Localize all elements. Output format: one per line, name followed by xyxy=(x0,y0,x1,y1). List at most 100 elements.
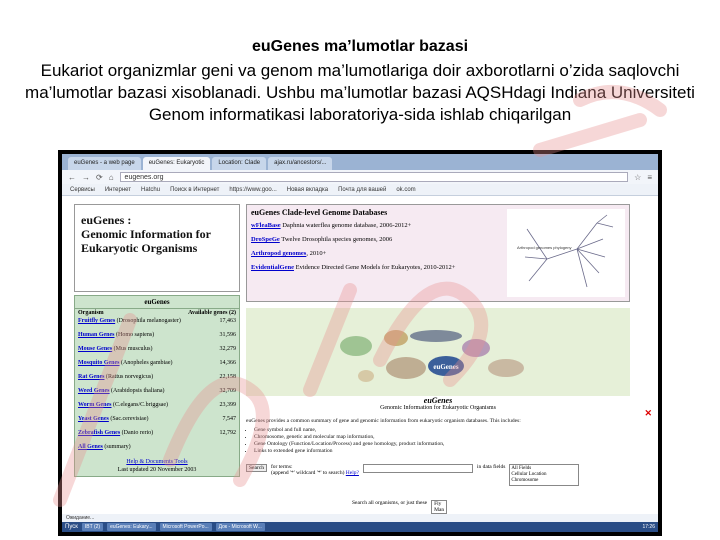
gene-link[interactable]: Yeast Genes xyxy=(78,416,109,422)
gene-count: 22,158 xyxy=(219,374,237,380)
home-icon[interactable]: ⌂ xyxy=(109,173,114,182)
gene-count: 23,399 xyxy=(219,402,237,408)
bookmark-item[interactable]: Сервисы xyxy=(70,187,95,193)
left-column: euGenes : Genomic Information for Eukary… xyxy=(74,204,240,477)
taskbar-item[interactable]: euGenes: Eukary... xyxy=(107,523,156,531)
gene-link[interactable]: Mosquito Genes xyxy=(78,360,120,366)
table-row: Zebrafish Genes (Danio rerio) 12,792 xyxy=(75,429,239,443)
organisms-icon: euGenes xyxy=(340,330,524,382)
bookmark-item[interactable]: Новая вкладка xyxy=(287,187,328,193)
gene-link[interactable]: All Genes xyxy=(78,444,103,450)
list-item[interactable]: Gene Ontology (Function/Location/Process… xyxy=(254,441,630,448)
close-icon[interactable]: ✕ xyxy=(644,408,652,419)
clock: 17:26 xyxy=(642,524,655,530)
star-icon[interactable]: ☆ xyxy=(634,173,641,182)
description: euGenes provides a common summary of gen… xyxy=(246,418,630,455)
clade-db-desc: , 2010+ xyxy=(306,250,327,257)
back-icon[interactable]: ← xyxy=(68,173,76,182)
gene-count: 12,792 xyxy=(219,430,237,436)
gene-latin: (Danio rerio) xyxy=(121,430,154,436)
tree-icon: Arthropod genomes phylogeny xyxy=(517,214,614,288)
gene-latin: (Drosophila melanogaster) xyxy=(116,318,181,324)
search-hint: (append '*' wildcard '*' to search) Help… xyxy=(270,470,359,476)
bookmark-item[interactable]: Hatchu xyxy=(141,187,160,193)
clade-db-link[interactable]: EvidentialGene xyxy=(251,264,294,271)
browser-tab-active[interactable]: euGenes: Eukaryotic xyxy=(142,157,211,170)
search-input[interactable] xyxy=(362,464,473,473)
bookmark-item[interactable]: Поиск в Интернет xyxy=(170,187,219,193)
bookmark-item[interactable]: Почта для вашей xyxy=(338,187,386,193)
browser-tab[interactable]: euGenes - a web page xyxy=(68,157,141,170)
start-button[interactable]: Пуск xyxy=(65,524,78,530)
status-bar: Ожидание... xyxy=(62,514,658,522)
browser-window: euGenes - a web page euGenes: Eukaryotic… xyxy=(62,154,658,532)
table-row: Human Genes (Homo sapiens) 31,596 xyxy=(75,331,239,345)
gene-count: 14,366 xyxy=(219,360,237,366)
browser-tab[interactable]: Location: Clade xyxy=(212,157,267,170)
table-row: Yeast Genes (Sac.cerevisiae) 7,547 xyxy=(75,415,239,429)
main-caption: euGenes Genomic Information for Eukaryot… xyxy=(246,396,630,411)
help-link[interactable]: Help & Documents Tools xyxy=(75,457,239,467)
table-header: Organism Available genes (2) xyxy=(75,309,239,317)
bookmark-item[interactable]: https://www.goo... xyxy=(229,187,276,193)
gene-latin: (Homo sapiens) xyxy=(116,332,155,338)
list-item: Chromosome, genetic and molecular map in… xyxy=(254,434,630,441)
fields-select[interactable]: All Fields Cellular Location Chromosome xyxy=(509,464,580,486)
taskbar-item[interactable]: Microsoft PowerPo... xyxy=(159,523,212,531)
gene-link[interactable]: Human Genes xyxy=(78,332,115,338)
taskbar-item[interactable]: IBT (2) xyxy=(81,523,104,531)
site-logo: euGenes : Genomic Information for Eukary… xyxy=(74,204,240,292)
organism-filter: Search all organisms, or just these Fly … xyxy=(352,500,448,514)
clade-title: euGenes Clade-level Genome Databases xyxy=(251,208,388,217)
clade-db-link[interactable]: DroSpeGe xyxy=(251,236,280,243)
search-help-link[interactable]: Help? xyxy=(346,470,359,476)
clade-db-desc: Evidence Directed Gene Models for Eukary… xyxy=(295,264,456,271)
table-row: Weed Genes (Arabidopsis thaliana) 32,709 xyxy=(75,387,239,401)
search-all-label: Search all organisms, or just these xyxy=(352,500,428,506)
search-button[interactable]: Search xyxy=(246,464,267,472)
clade-db: wFleaBase Daphnia waterflea genome datab… xyxy=(251,222,506,230)
forward-icon[interactable]: → xyxy=(82,173,90,182)
browser-tab[interactable]: ajax.ru/ancestors/... xyxy=(268,157,333,170)
url-input[interactable]: eugenes.org xyxy=(119,172,629,182)
clade-db-link[interactable]: Arthropod genomes xyxy=(251,250,306,257)
bookmark-item[interactable]: ok.com xyxy=(396,187,415,193)
search-form: Search for terms: (append '*' wildcard '… xyxy=(246,464,630,486)
gene-count: 7,547 xyxy=(222,416,237,422)
menu-icon[interactable]: ≡ xyxy=(647,173,652,182)
organism-option[interactable]: Man xyxy=(434,507,444,513)
gene-link[interactable]: Zebrafish Genes xyxy=(78,430,120,436)
gene-count: 32,709 xyxy=(219,388,237,394)
clade-db-link[interactable]: wFleaBase xyxy=(251,222,281,229)
table-row: Mouse Genes (Mus musculus) 32,279 xyxy=(75,345,239,359)
slide-heading: euGenes ma’lumotlar bazasi xyxy=(251,38,469,55)
organism-select[interactable]: Fly Man xyxy=(431,500,448,514)
genes-table: euGenes Organism Available genes (2) Fru… xyxy=(74,295,240,477)
clade-db-desc: Daphnia waterflea genome database, 2006-… xyxy=(282,222,412,229)
table-title: euGenes xyxy=(75,296,239,309)
slide: euGenes ma’lumotlar bazasi Eukariot orga… xyxy=(0,0,720,540)
table-row: Rat Genes (Rattus norvegicus) 22,158 xyxy=(75,373,239,387)
gene-link[interactable]: Fruitfly Genes xyxy=(78,318,115,324)
gene-link[interactable]: Rat Genes xyxy=(78,374,105,380)
gene-latin: (Anopheles gambiae) xyxy=(121,360,173,366)
slide-body-text: Eukariot organizmlar geni va genom ma’lu… xyxy=(25,61,695,124)
gene-link[interactable]: Mouse Genes xyxy=(78,346,112,352)
description-text: euGenes provides a common summary of gen… xyxy=(246,418,521,424)
organisms-collage-image: euGenes xyxy=(246,308,630,396)
gene-link[interactable]: Worm Genes xyxy=(78,402,112,408)
logo-line: euGenes : xyxy=(81,213,132,227)
reload-icon[interactable]: ⟳ xyxy=(96,173,103,182)
list-item: Links to extended gene information xyxy=(254,448,630,455)
bookmark-item[interactable]: Интернет xyxy=(105,187,131,193)
taskbar-item[interactable]: Док - Microsoft W... xyxy=(215,523,265,531)
gene-link[interactable]: Weed Genes xyxy=(78,388,110,394)
field-option[interactable]: Chromosome xyxy=(511,478,577,484)
clade-db-desc: Twelve Drosophila species genomes, 2006 xyxy=(281,236,393,243)
main-subtitle: Genomic Information for Eukaryotic Organ… xyxy=(380,405,496,411)
browser-tabs: euGenes - a web page euGenes: Eukaryotic… xyxy=(62,154,658,170)
logo-line: Genomic Information for xyxy=(81,227,211,241)
gene-latin: (Arabidopsis thaliana) xyxy=(111,388,165,394)
gene-latin: (Mus musculus) xyxy=(113,346,153,352)
logo-line: Eukaryotic Organisms xyxy=(81,241,198,255)
